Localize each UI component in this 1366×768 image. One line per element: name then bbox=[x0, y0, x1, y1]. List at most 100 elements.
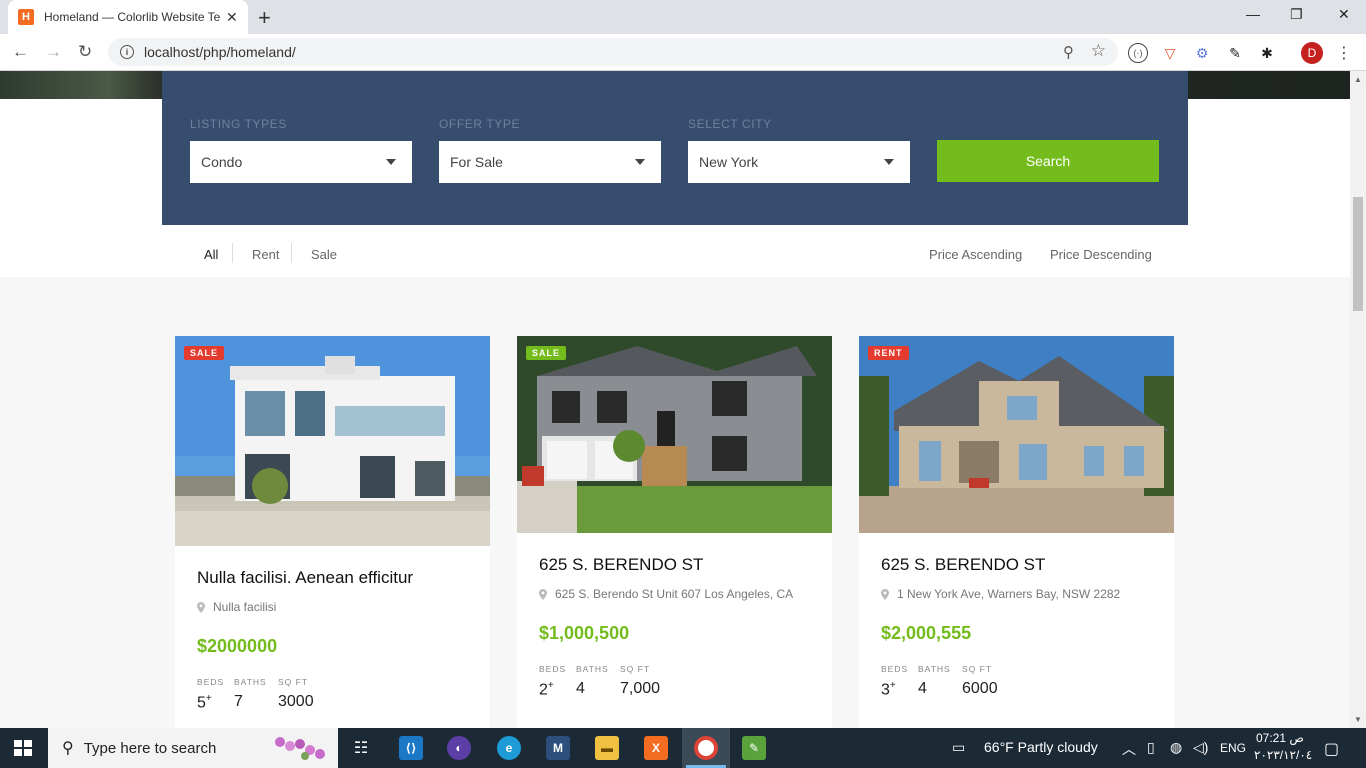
listing-price: $2000000 bbox=[197, 636, 278, 656]
scrollbar-thumb[interactable] bbox=[1353, 197, 1363, 311]
browser-tab-bar: H Homeland — Colorlib Website Te ✕ + — ❐… bbox=[0, 0, 1366, 34]
listing-card[interactable]: SALE Nulla facilisi. Aenean efficitur Nu… bbox=[175, 336, 490, 728]
listing-photo[interactable]: RENT bbox=[859, 336, 1174, 533]
vscode-icon[interactable]: ⟨⟩ bbox=[399, 736, 423, 760]
extension-reader-icon[interactable]: (·) bbox=[1128, 43, 1148, 63]
listing-photo[interactable]: SALE bbox=[517, 336, 832, 533]
language-indicator[interactable]: ENG bbox=[1220, 741, 1246, 755]
zoom-icon[interactable]: ⚲ bbox=[1063, 43, 1074, 61]
sqft-value: 6000 bbox=[962, 680, 998, 697]
listing-address-text: 1 New York Ave, Warners Bay, NSW 2282 bbox=[897, 587, 1121, 601]
sqft-stat: SQ FT 7,000 bbox=[620, 664, 660, 699]
map-pin-icon bbox=[539, 588, 547, 600]
taskbar-search-placeholder[interactable]: Type here to search bbox=[84, 740, 217, 757]
app-moon-icon[interactable]: ◐ bbox=[447, 736, 471, 760]
listing-price: $1,000,500 bbox=[539, 623, 630, 643]
reload-icon[interactable]: ↻ bbox=[78, 42, 92, 62]
gray-house-photo bbox=[517, 336, 832, 533]
sqft-stat: SQ FT 6000 bbox=[962, 664, 998, 699]
listing-photo[interactable]: SALE bbox=[175, 336, 490, 546]
file-explorer-icon[interactable]: ▬ bbox=[595, 736, 619, 760]
filter-sale[interactable]: Sale bbox=[311, 247, 337, 262]
baths-label: BATHS bbox=[576, 664, 609, 674]
baths-value: 7 bbox=[234, 693, 243, 710]
page-scrollbar[interactable]: ▲ ▼ bbox=[1350, 71, 1366, 728]
extension-bug-icon[interactable]: ✱ bbox=[1257, 43, 1277, 63]
browser-menu-icon[interactable]: ⋮ bbox=[1334, 43, 1354, 63]
taskbar-search-box[interactable]: ⚲ Type here to search bbox=[48, 728, 338, 768]
windows-taskbar: ⚲ Type here to search ☷ ⟨⟩ ◐ e M ▬ X ✎ ▭… bbox=[0, 728, 1366, 768]
windows-start-icon[interactable] bbox=[14, 740, 32, 756]
listing-address: 1 New York Ave, Warners Bay, NSW 2282 bbox=[881, 587, 1152, 601]
scroll-up-icon[interactable]: ▲ bbox=[1354, 75, 1362, 84]
sqft-value: 3000 bbox=[278, 693, 314, 710]
profile-avatar[interactable]: D bbox=[1301, 42, 1323, 64]
listing-title[interactable]: 625 S. BERENDO ST bbox=[881, 555, 1152, 575]
sale-badge: SALE bbox=[526, 346, 567, 360]
tab-title: Homeland — Colorlib Website Te bbox=[44, 10, 220, 24]
task-view-icon[interactable]: ☷ bbox=[349, 736, 373, 760]
listing-types-value: Condo bbox=[201, 154, 243, 170]
chevron-up-icon[interactable]: ︿ bbox=[1122, 739, 1136, 759]
listing-address: 625 S. Berendo St Unit 607 Los Angeles, … bbox=[539, 587, 810, 601]
offer-type-field: OFFER TYPE For Sale bbox=[439, 117, 661, 183]
beds-label: BEDS bbox=[881, 664, 909, 674]
listing-stats: BEDS 5+ BATHS 7 SQ FT 3000 bbox=[197, 677, 468, 712]
offer-type-label: OFFER TYPE bbox=[439, 117, 521, 131]
window-close-icon[interactable]: ✕ bbox=[1338, 6, 1350, 23]
sort-price-descending[interactable]: Price Descending bbox=[1050, 247, 1152, 262]
notepad-plus-icon[interactable]: ✎ bbox=[742, 736, 766, 760]
mysql-workbench-icon[interactable]: M bbox=[546, 736, 570, 760]
listing-card[interactable]: SALE 625 S. BERENDO ST 625 S. Berendo St… bbox=[517, 336, 832, 728]
listing-title[interactable]: 625 S. BERENDO ST bbox=[539, 555, 810, 575]
weather-icon[interactable]: ▭ bbox=[952, 739, 965, 756]
offer-type-select[interactable]: For Sale bbox=[439, 141, 661, 183]
bookmark-star-icon[interactable]: ☆ bbox=[1091, 41, 1106, 61]
url-text[interactable]: localhost/php/homeland/ bbox=[144, 44, 296, 60]
map-pin-icon bbox=[881, 588, 889, 600]
extension-gear-icon[interactable]: ⚙ bbox=[1192, 43, 1212, 63]
filter-divider bbox=[232, 243, 233, 263]
browser-tab[interactable]: H Homeland — Colorlib Website Te ✕ bbox=[8, 0, 248, 34]
clock-date[interactable]: ۲۰۲۳/۱۲/۰٤ bbox=[1254, 748, 1312, 762]
omnibox[interactable]: i localhost/php/homeland/ ⚲ ☆ bbox=[108, 38, 1118, 66]
restore-icon[interactable]: ❐ bbox=[1290, 6, 1303, 23]
beds-stat: BEDS 2+ bbox=[539, 664, 576, 699]
volume-icon[interactable]: ◁) bbox=[1193, 739, 1208, 756]
beds-value: 5 bbox=[197, 694, 206, 712]
filter-all[interactable]: All bbox=[204, 247, 218, 262]
chrome-icon[interactable] bbox=[694, 736, 718, 760]
listing-title[interactable]: Nulla facilisi. Aenean efficitur bbox=[197, 568, 468, 588]
minimize-icon[interactable]: — bbox=[1246, 6, 1260, 22]
beds-value: 2 bbox=[539, 681, 548, 699]
weather-text[interactable]: 66°F Partly cloudy bbox=[984, 739, 1098, 755]
clock-time[interactable]: 07:21 ص bbox=[1256, 731, 1304, 745]
network-icon[interactable]: ◍ bbox=[1170, 739, 1182, 756]
tab-close-icon[interactable]: ✕ bbox=[226, 9, 238, 26]
select-city-select[interactable]: New York bbox=[688, 141, 910, 183]
sort-price-ascending[interactable]: Price Ascending bbox=[929, 247, 1022, 262]
forward-icon[interactable]: → bbox=[45, 42, 62, 62]
search-button[interactable]: Search bbox=[937, 140, 1159, 182]
notifications-icon[interactable]: ▢ bbox=[1324, 739, 1339, 759]
battery-icon[interactable]: ▯ bbox=[1147, 739, 1155, 756]
listing-address-text: 625 S. Berendo St Unit 607 Los Angeles, … bbox=[555, 587, 794, 601]
site-info-icon[interactable]: i bbox=[120, 45, 134, 59]
extension-shield-icon[interactable]: ▽ bbox=[1160, 43, 1180, 63]
beds-label: BEDS bbox=[197, 677, 225, 687]
chevron-down-icon bbox=[884, 159, 894, 165]
listing-types-select[interactable]: Condo bbox=[190, 141, 412, 183]
filter-rent[interactable]: Rent bbox=[252, 247, 279, 262]
scroll-down-icon[interactable]: ▼ bbox=[1354, 715, 1362, 724]
sale-badge: SALE bbox=[184, 346, 225, 360]
extension-eyedropper-icon[interactable]: ✎ bbox=[1225, 43, 1245, 63]
select-city-field: SELECT CITY New York bbox=[688, 117, 910, 183]
baths-stat: BATHS 4 bbox=[576, 664, 620, 699]
filter-divider bbox=[291, 243, 292, 263]
edge-icon[interactable]: e bbox=[497, 736, 521, 760]
listing-card[interactable]: RENT 625 S. BERENDO ST 1 New York Ave, W… bbox=[859, 336, 1174, 728]
xampp-icon[interactable]: X bbox=[644, 736, 668, 760]
new-tab-icon[interactable]: + bbox=[258, 5, 271, 31]
back-icon[interactable]: ← bbox=[12, 42, 29, 62]
sqft-label: SQ FT bbox=[962, 664, 993, 674]
